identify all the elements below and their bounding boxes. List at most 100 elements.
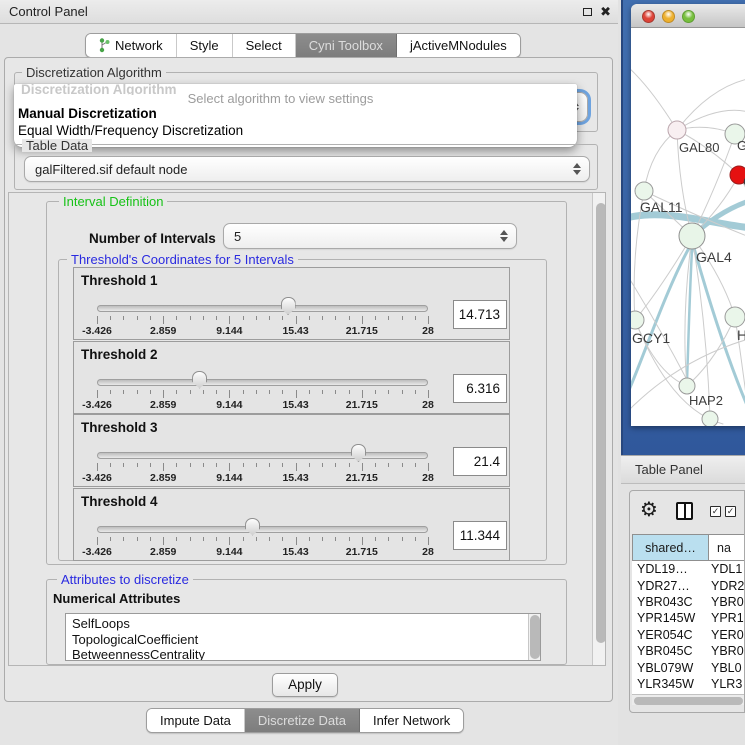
slider-tick	[110, 537, 111, 541]
slider-tick	[176, 537, 177, 541]
threshold-slider-thumb[interactable]	[281, 297, 296, 315]
network-node-n-bottom[interactable]	[702, 411, 718, 426]
checkbox-icon[interactable]: ✓	[725, 506, 736, 517]
slider-tick	[216, 463, 217, 467]
network-node-n-h[interactable]	[725, 307, 745, 327]
table-hscrollbar[interactable]	[632, 694, 745, 705]
attribute-list-item[interactable]: TopologicalCoefficient	[66, 632, 540, 648]
apply-button[interactable]: Apply	[272, 673, 338, 697]
slider-tick	[428, 463, 429, 471]
attribute-list-item[interactable]: BetweennessCentrality	[66, 647, 540, 661]
network-edge[interactable]	[677, 78, 745, 130]
threshold-value-field[interactable]: 21.4	[453, 447, 507, 476]
slider-tick	[335, 390, 336, 394]
slider-tick	[216, 390, 217, 394]
threshold-panel: Threshold 2-3.4262.8599.14415.4321.71528…	[73, 341, 510, 414]
slider-tick-label: 28	[398, 325, 458, 337]
threshold-slider-thumb[interactable]	[245, 518, 260, 536]
settings-scrollbar[interactable]	[592, 193, 606, 666]
slider-tick-label: -3.426	[67, 472, 127, 484]
table-row[interactable]: YBL079WYBL0	[632, 659, 745, 675]
close-icon[interactable]: ✖	[600, 0, 611, 24]
table-cell-shared-name: YER054C	[632, 628, 708, 642]
table-row[interactable]: YPR145WYPR1	[632, 610, 745, 626]
table-cell-shared-name: YPR145W	[632, 611, 708, 625]
tab-infer-network[interactable]: Infer Network	[360, 709, 463, 732]
attributes-scrollbar-thumb[interactable]	[530, 615, 540, 659]
table-row[interactable]: YBR043CYBR0	[632, 594, 745, 610]
threshold-label: Threshold 2	[81, 347, 158, 362]
table-data-combobox[interactable]: galFiltered.sif default node	[24, 156, 590, 182]
threshold-slider-track[interactable]	[97, 379, 428, 386]
network-node-n-gal80[interactable]	[668, 121, 686, 139]
threshold-value-field[interactable]: 6.316	[453, 374, 507, 403]
table-hscrollbar-thumb[interactable]	[634, 697, 743, 705]
slider-tick	[269, 316, 270, 320]
slider-tick	[296, 390, 297, 398]
numerical-attributes-list[interactable]: SelfLoopsTopologicalCoefficientBetweenne…	[65, 613, 541, 661]
threshold-value-field[interactable]: 11.344	[453, 521, 507, 550]
tab-jactivemnodules[interactable]: jActiveMNodules	[397, 34, 520, 57]
slider-tick	[243, 537, 244, 541]
attribute-list-item[interactable]: SelfLoops	[66, 616, 540, 632]
network-window-titlebar[interactable]	[631, 4, 745, 28]
network-icon	[99, 38, 110, 53]
slider-tick	[123, 316, 124, 320]
slider-tick	[335, 316, 336, 320]
threshold-slider-track[interactable]	[97, 452, 428, 459]
threshold-value-field[interactable]: 14.713	[453, 300, 507, 329]
slider-tick	[375, 316, 376, 320]
network-node-label: GAL11	[640, 199, 683, 215]
slider-tick-label: -3.426	[67, 399, 127, 411]
slider-tick	[190, 390, 191, 394]
slider-tick-label: 9.144	[199, 472, 259, 484]
threshold-slider-thumb[interactable]	[192, 371, 207, 389]
table-header-name[interactable]: na	[708, 534, 745, 561]
float-window-icon[interactable]	[583, 8, 592, 16]
slider-tick	[322, 390, 323, 394]
tab-cyni-toolbox[interactable]: Cyni Toolbox	[296, 34, 397, 57]
settings-scrollbar-thumb[interactable]	[596, 203, 606, 643]
algorithm-option[interactable]: Manual Discretization	[18, 106, 157, 121]
columns-icon[interactable]	[676, 502, 693, 520]
tab-style[interactable]: Style	[177, 34, 233, 57]
close-traffic-light-icon[interactable]	[642, 10, 655, 23]
tab-select[interactable]: Select	[233, 34, 296, 57]
table-header-shared-name[interactable]: shared…	[632, 534, 709, 561]
slider-tick-label: 21.715	[332, 546, 392, 558]
slider-tick	[428, 537, 429, 545]
threshold-slider-track[interactable]	[97, 305, 428, 312]
minimize-traffic-light-icon[interactable]	[662, 10, 675, 23]
algorithm-option[interactable]: Equal Width/Frequency Discretization	[18, 123, 243, 138]
tab-impute-data[interactable]: Impute Data	[147, 709, 245, 732]
table-row[interactable]: YLR345WYLR3	[632, 676, 745, 692]
checkbox-icon[interactable]: ✓	[710, 506, 721, 517]
network-node-n-gal4[interactable]	[679, 223, 705, 249]
gear-icon[interactable]: ⚙	[640, 497, 658, 521]
network-canvas[interactable]: GAL80GACGAL11GAL4GCY1HHAP2	[631, 28, 745, 426]
tab-label: jActiveMNodules	[410, 38, 507, 53]
attributes-list-scrollbar[interactable]	[528, 614, 540, 661]
slider-tick	[269, 390, 270, 394]
network-edge[interactable]	[631, 68, 677, 130]
slider-tick	[428, 316, 429, 324]
slider-tick	[256, 316, 257, 320]
network-node-n-hap2[interactable]	[679, 378, 695, 394]
table-row[interactable]: YDL19…YDL1	[632, 561, 745, 577]
threshold-slider-track[interactable]	[97, 526, 428, 533]
network-node-n-gal11[interactable]	[635, 182, 653, 200]
table-row[interactable]: YER054CYER0	[632, 627, 745, 643]
threshold-panel: Threshold 1-3.4262.8599.14415.4321.71528…	[73, 267, 510, 340]
network-edge[interactable]	[644, 130, 677, 191]
slider-tick	[190, 463, 191, 467]
slider-tick	[176, 463, 177, 467]
slider-tick	[216, 537, 217, 541]
tab-discretize-data[interactable]: Discretize Data	[245, 709, 360, 732]
tab-network[interactable]: Network	[86, 34, 177, 57]
slider-tick	[269, 537, 270, 541]
network-node-n-gcy1[interactable]	[631, 311, 644, 329]
threshold-slider-thumb[interactable]	[351, 444, 366, 462]
table-row[interactable]: YDR27…YDR2	[632, 577, 745, 593]
table-row[interactable]: YBR045CYBR0	[632, 643, 745, 659]
zoom-traffic-light-icon[interactable]	[682, 10, 695, 23]
